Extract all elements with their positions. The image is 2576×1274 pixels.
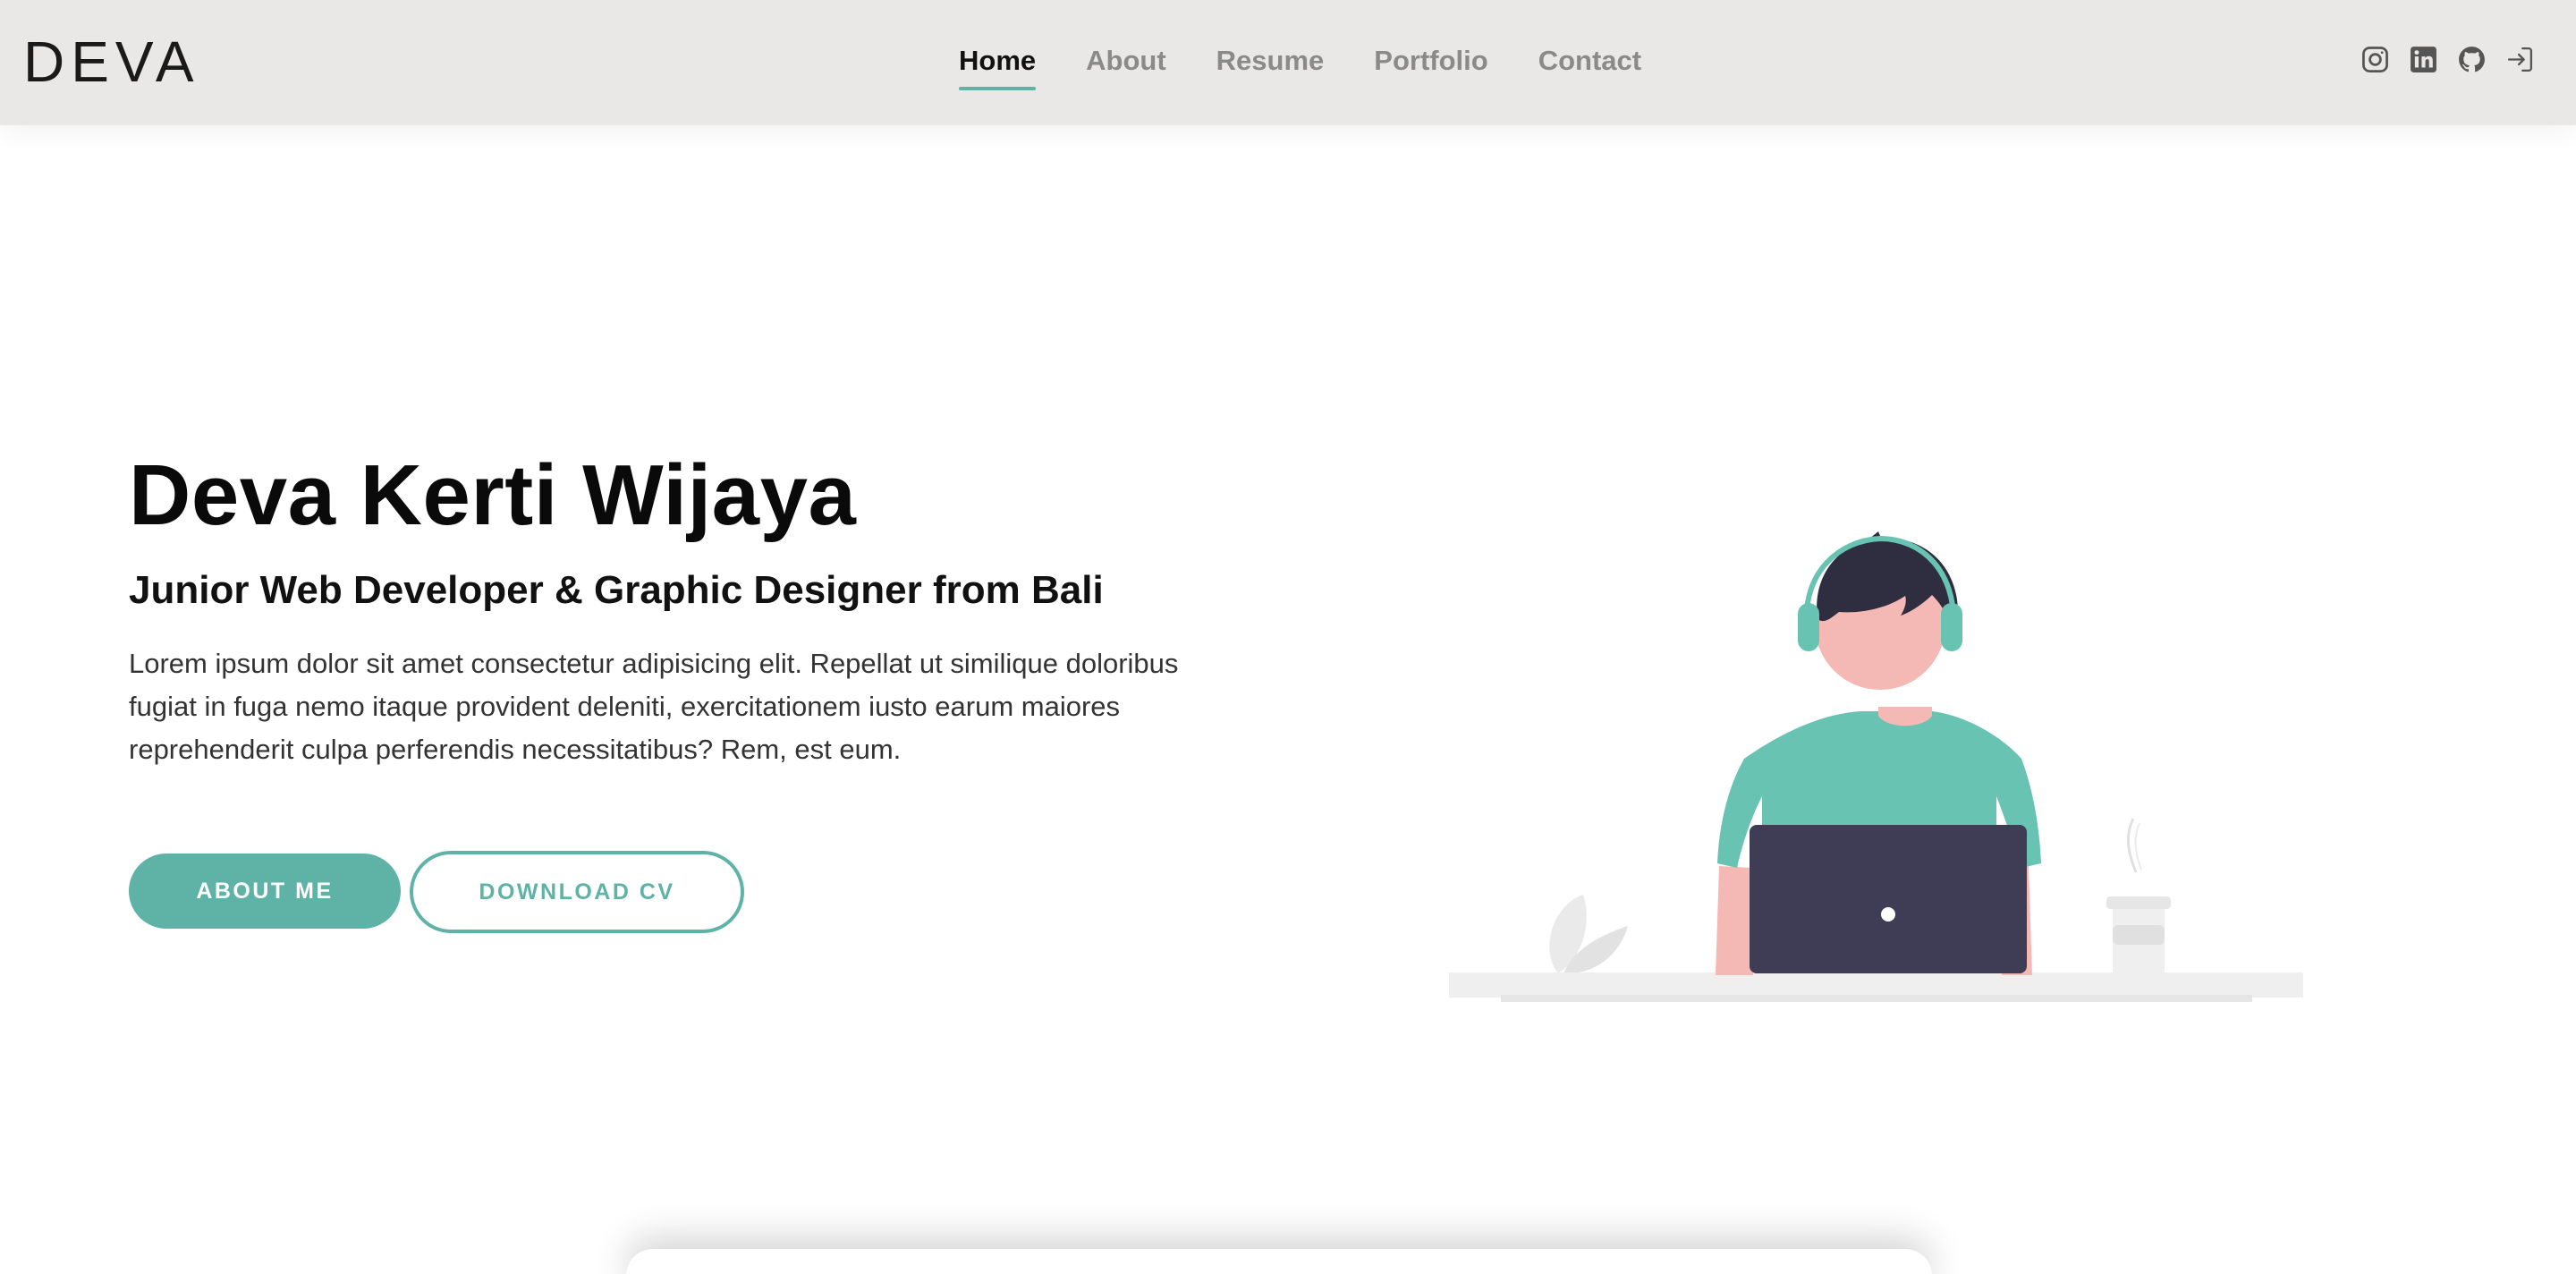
- hero-section: Deva Kerti Wijaya Junior Web Developer &…: [129, 442, 1292, 771]
- nav-link-about[interactable]: About: [1086, 41, 1166, 81]
- hero-buttons: ABOUT ME DOWNLOAD CV: [129, 851, 744, 933]
- nav-links: Home About Resume Portfolio Contact: [959, 41, 1641, 90]
- developer-illustration: [1449, 531, 2303, 1002]
- login-icon[interactable]: [2505, 45, 2535, 74]
- laptop-icon: [1750, 825, 2027, 973]
- nav-link-home[interactable]: Home: [959, 41, 1037, 90]
- next-section-card: [626, 1249, 1932, 1274]
- navbar: DEVA Home About Resume Portfolio Contact: [0, 0, 2576, 125]
- nav-link-resume[interactable]: Resume: [1216, 41, 1325, 81]
- hero-name: Deva Kerti Wijaya: [129, 447, 857, 543]
- github-icon[interactable]: [2457, 45, 2487, 74]
- coffee-steam-icon: [2127, 818, 2138, 873]
- social-icons: [2360, 45, 2535, 74]
- desk: [1449, 972, 2303, 998]
- nav-link-contact[interactable]: Contact: [1538, 41, 1641, 81]
- hero-description: Lorem ipsum dolor sit amet consectetur a…: [129, 648, 1179, 765]
- instagram-icon[interactable]: [2360, 45, 2390, 74]
- hero-subtitle: Junior Web Developer & Graphic Designer …: [129, 568, 1104, 612]
- linkedin-icon[interactable]: [2409, 45, 2438, 74]
- about-me-button[interactable]: ABOUT ME: [129, 854, 401, 929]
- download-cv-button[interactable]: DOWNLOAD CV: [410, 851, 744, 933]
- nav-link-portfolio[interactable]: Portfolio: [1374, 41, 1487, 81]
- brand-logo[interactable]: DEVA: [23, 27, 200, 97]
